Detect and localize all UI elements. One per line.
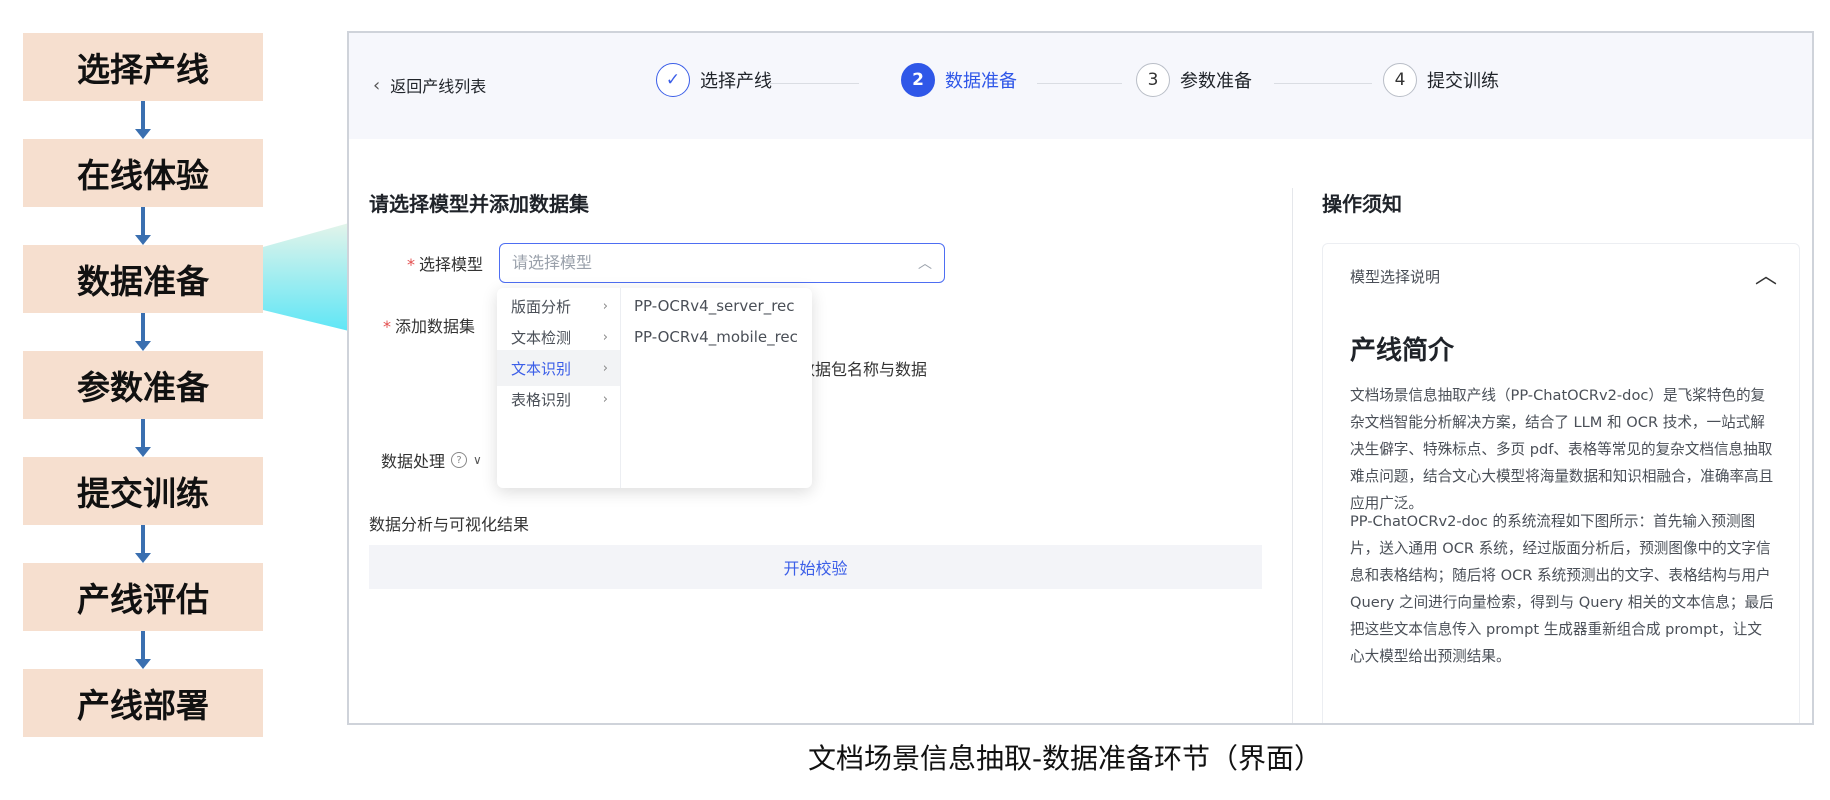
help-icon[interactable]: ? (451, 452, 468, 468)
chevron-right-icon: › (602, 360, 608, 376)
category-column: 版面分析 › 文本检测 › 文本识别 › 表格识别 › (497, 288, 621, 488)
step-connector (1274, 83, 1372, 84)
flow-arrow (135, 419, 151, 457)
step-parameter-preparation[interactable]: 3 参数准备 (1136, 63, 1252, 97)
required-mark: * (407, 255, 415, 274)
flow-step: 参数准备 (23, 351, 263, 419)
instructions-card: 模型选择说明 ︿ 产线简介 文档场景信息抽取产线（PP-ChatOCRv2-do… (1322, 243, 1800, 723)
stepper-header: ‹ 返回产线列表 ✓ 选择产线 2 数据准备 3 参数准备 4 提交训练 (349, 33, 1812, 139)
flow-step: 提交训练 (23, 457, 263, 525)
back-to-pipeline-list-link[interactable]: ‹ 返回产线列表 (373, 73, 486, 97)
flow-paragraph: PP-ChatOCRv2-doc 的系统流程如下图所示：首先输入预测图片，送入通… (1350, 513, 1774, 665)
chevron-up-icon[interactable]: ︿ (1755, 258, 1777, 290)
required-mark: * (383, 317, 391, 336)
category-table-recognition[interactable]: 表格识别 › (497, 381, 620, 417)
step-label: 数据准备 (945, 71, 1017, 92)
model-field-label: * 选择模型 (407, 251, 483, 275)
chevron-right-icon: › (602, 298, 608, 314)
model-option[interactable]: PP-OCRv4_server_rec (634, 297, 795, 315)
category-label: 版面分析 (511, 297, 572, 316)
model-column: PP-OCRv4_server_rec PP-OCRv4_mobile_rec (620, 288, 812, 488)
back-link-label: 返回产线列表 (390, 77, 487, 96)
flow-arrow (135, 525, 151, 563)
model-select[interactable]: ︿ (499, 243, 945, 283)
model-select-input[interactable] (510, 252, 894, 273)
flow-step-highlighted: 数据准备 (23, 245, 263, 313)
flow-step: 产线部署 (23, 669, 263, 737)
model-option[interactable]: PP-OCRv4_mobile_rec (634, 328, 798, 346)
step-number: 2 (901, 63, 935, 97)
card-title: 产线简介 (1350, 336, 1455, 366)
dataset-hint-partial: 数据包名称与数据 (799, 360, 928, 379)
category-label: 表格识别 (511, 390, 572, 409)
instructions-title: 操作须知 (1322, 192, 1402, 216)
dataset-label-text: 添加数据集 (395, 317, 476, 336)
flow-step: 产线评估 (23, 563, 263, 631)
flow-arrow (135, 631, 151, 669)
data-processing-label: 数据处理 (381, 452, 446, 471)
step-connector (1037, 83, 1122, 84)
figure-caption: 文档场景信息抽取-数据准备环节（界面） (807, 742, 1323, 775)
model-cascader-dropdown: 版面分析 › 文本检测 › 文本识别 › 表格识别 › PP-OCRv4_ser… (497, 288, 812, 488)
flow-step: 在线体验 (23, 139, 263, 207)
ui-screenshot-frame: ‹ 返回产线列表 ✓ 选择产线 2 数据准备 3 参数准备 4 提交训练 请选择… (347, 31, 1814, 725)
model-label-text: 选择模型 (419, 255, 484, 274)
panel-divider (1292, 188, 1293, 723)
flow-step: 选择产线 (23, 33, 263, 101)
flow-arrow (135, 313, 151, 351)
step-data-preparation[interactable]: 2 数据准备 (901, 63, 1017, 97)
check-icon: ✓ (656, 63, 690, 97)
start-verify-button[interactable]: 开始校验 (369, 545, 1262, 589)
step-select-pipeline[interactable]: ✓ 选择产线 (656, 63, 772, 97)
step-label: 提交训练 (1427, 71, 1499, 92)
step-label: 选择产线 (700, 71, 772, 92)
category-label: 文本识别 (511, 359, 572, 378)
dataset-field-label: * 添加数据集 (383, 313, 475, 337)
flow-arrow (135, 207, 151, 245)
category-label: 文本检测 (511, 328, 572, 347)
flow-arrow (135, 101, 151, 139)
data-processing-toggle[interactable]: 数据处理 ? ∨ (381, 448, 482, 472)
intro-paragraph: 文档场景信息抽取产线（PP-ChatOCRv2-doc）是飞桨特色的复杂文档智能… (1350, 387, 1774, 512)
step-number: 4 (1383, 63, 1417, 97)
step-submit-training[interactable]: 4 提交训练 (1383, 63, 1499, 97)
chevron-up-icon: ︿ (918, 256, 932, 272)
step-number: 3 (1136, 63, 1170, 97)
form-title: 请选择模型并添加数据集 (369, 192, 589, 216)
step-label: 参数准备 (1180, 71, 1252, 92)
card-header-label: 模型选择说明 (1350, 268, 1441, 286)
chevron-right-icon: › (602, 391, 608, 407)
analysis-title: 数据分析与可视化结果 (369, 515, 530, 534)
chevron-right-icon: › (602, 329, 608, 345)
chevron-down-icon: ∨ (473, 453, 482, 467)
step-connector (769, 83, 859, 84)
chevron-left-icon: ‹ (373, 74, 381, 96)
